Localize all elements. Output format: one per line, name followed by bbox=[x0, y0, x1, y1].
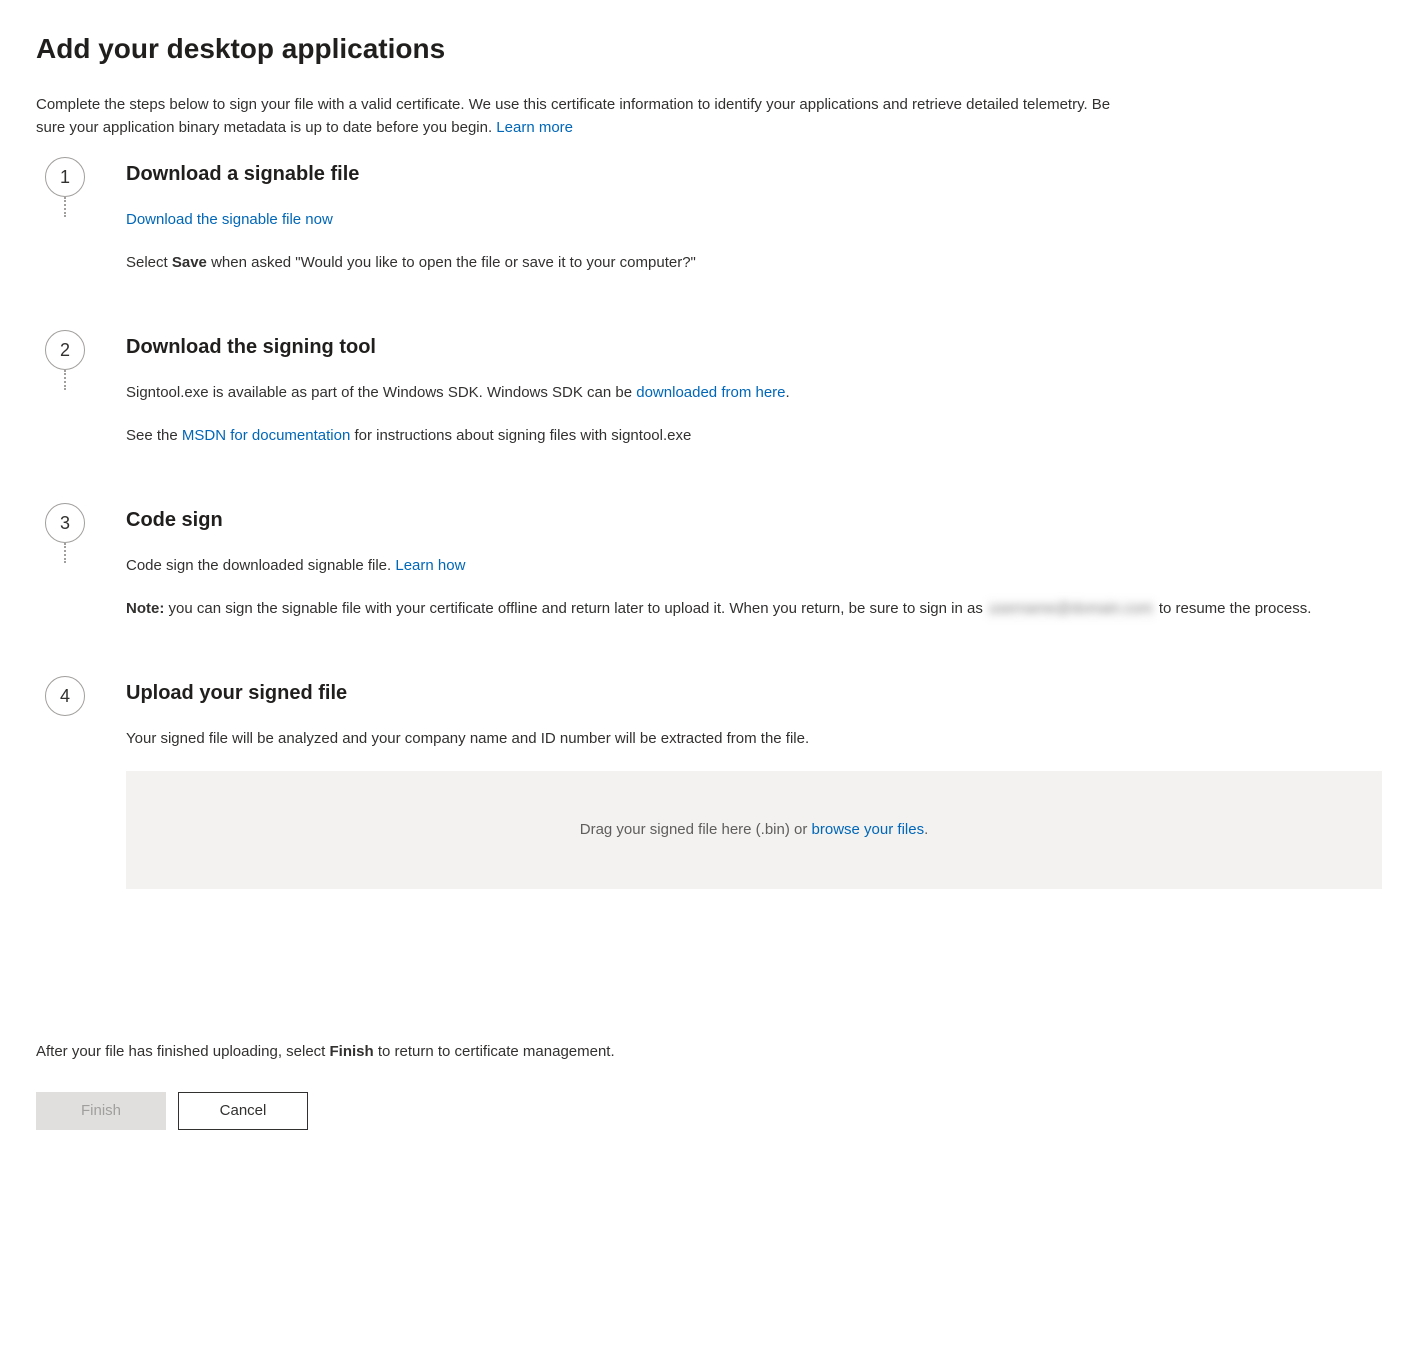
step-1-text-a: Select bbox=[126, 254, 172, 271]
step-4: 4 Upload your signed file Your signed fi… bbox=[36, 676, 1382, 921]
step-1-save-word: Save bbox=[172, 254, 207, 271]
step-3-p1: Code sign the downloaded signable file. … bbox=[126, 555, 1382, 578]
step-2-p1: Signtool.exe is available as part of the… bbox=[126, 382, 1382, 405]
step-1: 1 Download a signable file Download the … bbox=[36, 157, 1382, 330]
step-3-note-b: to resume the process. bbox=[1155, 600, 1312, 617]
after-upload-c: to return to certificate management. bbox=[374, 1043, 615, 1060]
step-2-number: 2 bbox=[45, 330, 85, 370]
download-signable-file-link[interactable]: Download the signable file now bbox=[126, 211, 333, 228]
after-upload-text: After your file has finished uploading, … bbox=[36, 1041, 1382, 1064]
file-dropzone[interactable]: Drag your signed file here (.bin) or bro… bbox=[126, 771, 1382, 890]
steps-container: 1 Download a signable file Download the … bbox=[36, 157, 1382, 921]
intro-text: Complete the steps below to sign your fi… bbox=[36, 94, 1136, 139]
msdn-docs-link[interactable]: MSDN for documentation bbox=[182, 427, 350, 444]
step-1-instruction: Select Save when asked "Would you like t… bbox=[126, 252, 1382, 275]
step-1-title: Download a signable file bbox=[126, 159, 1382, 189]
cancel-button[interactable]: Cancel bbox=[178, 1092, 308, 1130]
step-4-body: Upload your signed file Your signed file… bbox=[94, 676, 1382, 889]
dropzone-text-b: . bbox=[924, 821, 928, 838]
step-3: 3 Code sign Code sign the downloaded sig… bbox=[36, 503, 1382, 676]
step-connector bbox=[64, 543, 66, 563]
step-4-title: Upload your signed file bbox=[126, 678, 1382, 708]
step-3-marker: 3 bbox=[36, 503, 94, 543]
button-row: Finish Cancel bbox=[36, 1092, 1382, 1130]
step-3-note-a: you can sign the signable file with your… bbox=[164, 600, 987, 617]
learn-more-link[interactable]: Learn more bbox=[496, 119, 573, 136]
step-3-title: Code sign bbox=[126, 505, 1382, 535]
step-2-p2-b: for instructions about signing files wit… bbox=[350, 427, 691, 444]
after-upload-a: After your file has finished uploading, … bbox=[36, 1043, 330, 1060]
step-3-body: Code sign Code sign the downloaded signa… bbox=[94, 503, 1382, 620]
step-2-body: Download the signing tool Signtool.exe i… bbox=[94, 330, 1382, 447]
step-2: 2 Download the signing tool Signtool.exe… bbox=[36, 330, 1382, 503]
step-1-body: Download a signable file Download the si… bbox=[94, 157, 1382, 274]
step-3-note-label: Note: bbox=[126, 600, 164, 617]
step-4-number: 4 bbox=[45, 676, 85, 716]
step-2-p2: See the MSDN for documentation for instr… bbox=[126, 425, 1382, 448]
step-3-redacted-email: username@domain.com bbox=[987, 598, 1155, 621]
step-2-p1-b: . bbox=[786, 384, 790, 401]
page-title: Add your desktop applications bbox=[36, 28, 1382, 70]
step-2-marker: 2 bbox=[36, 330, 94, 370]
step-3-p1-a: Code sign the downloaded signable file. bbox=[126, 557, 395, 574]
download-sdk-link[interactable]: downloaded from here bbox=[636, 384, 785, 401]
learn-how-link[interactable]: Learn how bbox=[395, 557, 465, 574]
step-1-text-c: when asked "Would you like to open the f… bbox=[207, 254, 696, 271]
step-connector bbox=[64, 370, 66, 390]
step-3-note: Note: you can sign the signable file wit… bbox=[126, 598, 1382, 621]
step-connector bbox=[64, 197, 66, 217]
step-2-p2-a: See the bbox=[126, 427, 182, 444]
dropzone-text-a: Drag your signed file here (.bin) or bbox=[580, 821, 812, 838]
step-2-p1-a: Signtool.exe is available as part of the… bbox=[126, 384, 636, 401]
after-upload-finish-word: Finish bbox=[330, 1043, 374, 1060]
step-4-description: Your signed file will be analyzed and yo… bbox=[126, 728, 1382, 751]
browse-files-link[interactable]: browse your files bbox=[812, 821, 925, 838]
step-1-number: 1 bbox=[45, 157, 85, 197]
step-3-number: 3 bbox=[45, 503, 85, 543]
step-2-title: Download the signing tool bbox=[126, 332, 1382, 362]
step-4-marker: 4 bbox=[36, 676, 94, 716]
finish-button: Finish bbox=[36, 1092, 166, 1130]
intro-body: Complete the steps below to sign your fi… bbox=[36, 96, 1110, 136]
step-1-marker: 1 bbox=[36, 157, 94, 197]
